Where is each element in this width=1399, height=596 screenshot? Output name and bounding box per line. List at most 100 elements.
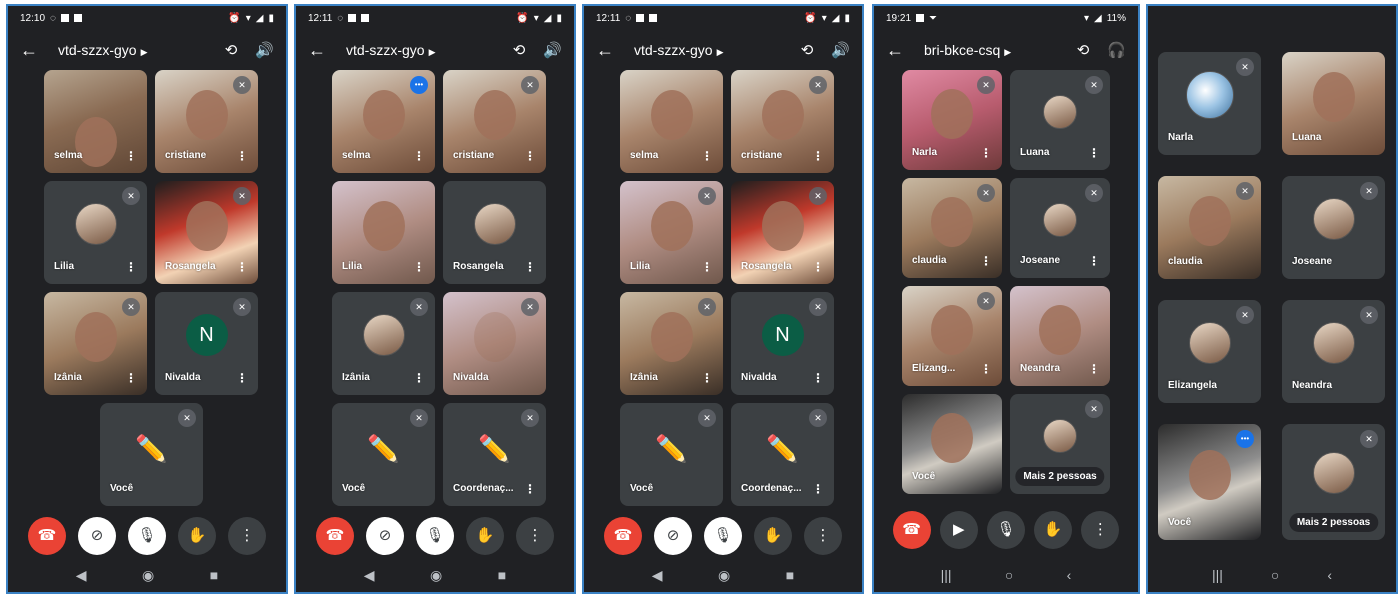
more-people-tile[interactable]: ✕ Mais 2 pessoas (1010, 394, 1110, 494)
participant-tile[interactable]: ✕ Lilia ⋮ (44, 181, 147, 284)
meeting-code[interactable]: vtd-szzx-gyo ▶ (336, 42, 513, 58)
participant-tile[interactable]: N ✕ Nivalda ⋮ (731, 292, 834, 395)
nav-back-icon[interactable]: ◀ (652, 567, 663, 584)
more-options-icon[interactable]: ⋮ (413, 260, 425, 274)
end-call-button[interactable]: ☎ (28, 517, 66, 555)
nav-recents-icon[interactable]: ■ (786, 567, 794, 583)
end-call-button[interactable]: ☎ (604, 517, 642, 555)
more-button[interactable]: ⋮ (228, 517, 266, 555)
participant-tile[interactable]: ✕ Luana ⋮ (1010, 70, 1110, 170)
more-options-icon[interactable]: ⋮ (701, 149, 713, 163)
end-call-button[interactable]: ☎ (316, 517, 354, 555)
speaker-icon[interactable]: 🔊 (831, 41, 850, 59)
participant-tile[interactable]: selma ⋮ (44, 70, 147, 173)
more-options-icon[interactable]: ⋮ (980, 362, 992, 376)
participant-tile[interactable]: ✕ Izânia ⋮ (332, 292, 435, 395)
more-options-icon[interactable]: ⋮ (236, 260, 248, 274)
more-options-icon[interactable]: ⋮ (236, 371, 248, 385)
more-options-icon[interactable]: ⋮ (701, 260, 713, 274)
switch-camera-icon[interactable]: ⟲ (801, 41, 814, 59)
mic-off-button[interactable]: 🎙 (704, 517, 742, 555)
more-options-icon[interactable]: ⋮ (524, 149, 536, 163)
speaker-icon[interactable]: 🔊 (543, 41, 562, 59)
more-options-icon[interactable]: ⋮ (125, 260, 137, 274)
participant-tile[interactable]: ✕ cristiane ⋮ (731, 70, 834, 173)
nav-home-icon[interactable]: ○ (1271, 567, 1279, 583)
nav-home-icon[interactable]: ◉ (718, 567, 730, 584)
camera-button[interactable]: ▶ (939, 511, 978, 549)
participant-tile[interactable]: ✕ Rosangela ⋮ (731, 181, 834, 284)
participant-tile[interactable]: ✕ Elizangela (1158, 300, 1261, 403)
back-arrow-icon[interactable]: ← (596, 40, 624, 61)
more-button[interactable]: ⋮ (804, 517, 842, 555)
participant-tile[interactable]: ✕ Joseane (1282, 176, 1385, 279)
participant-tile[interactable]: Lilia ⋮ (332, 181, 435, 284)
participant-tile[interactable]: ✕ Narla (1158, 52, 1261, 155)
meeting-code[interactable]: vtd-szzx-gyo ▶ (48, 42, 225, 58)
raise-hand-button[interactable]: ✋ (466, 517, 504, 555)
participant-tile[interactable]: ✕ Narla ⋮ (902, 70, 1002, 170)
back-arrow-icon[interactable]: ← (308, 40, 336, 61)
participant-tile[interactable]: ✕ Joseane ⋮ (1010, 178, 1110, 278)
participant-tile[interactable]: ✕ Izânia ⋮ (620, 292, 723, 395)
speaker-icon[interactable]: 🔊 (255, 41, 274, 59)
raise-hand-button[interactable]: ✋ (754, 517, 792, 555)
self-tile[interactable]: Você (902, 394, 1002, 494)
nav-back-icon[interactable]: ◀ (76, 567, 87, 584)
mic-off-button[interactable]: 🎙 (128, 517, 166, 555)
self-tile[interactable]: ✏️ ✕ Você (332, 403, 435, 506)
self-tile[interactable]: ✏️ ✕ Você (100, 403, 203, 506)
more-options-icon[interactable]: ⋮ (125, 371, 137, 385)
meeting-code[interactable]: vtd-szzx-gyo ▶ (624, 42, 801, 58)
more-options-icon[interactable]: ⋮ (812, 371, 824, 385)
back-arrow-icon[interactable]: ← (20, 40, 48, 61)
more-options-icon[interactable]: ⋮ (1088, 146, 1100, 160)
participant-tile[interactable]: ✕ Neandra (1282, 300, 1385, 403)
more-options-icon[interactable]: ⋮ (812, 149, 824, 163)
participant-tile[interactable]: ✕ Lilia ⋮ (620, 181, 723, 284)
participant-tile[interactable]: ••• selma ⋮ (332, 70, 435, 173)
more-options-icon[interactable]: ⋮ (524, 260, 536, 274)
more-people-tile[interactable]: ✕ Mais 2 pessoas (1282, 424, 1385, 540)
mic-button[interactable]: 🎙 (986, 511, 1025, 549)
meeting-code[interactable]: bri-bkce-csq ▶ (914, 42, 1077, 58)
more-options-icon[interactable]: ⋮ (236, 149, 248, 163)
more-options-icon[interactable]: ⋮ (812, 482, 824, 496)
participant-tile[interactable]: ✕ claudia ⋮ (902, 178, 1002, 278)
nav-recents-icon[interactable]: ||| (1212, 567, 1223, 583)
participant-tile[interactable]: ✏️ ✕ Coordenaç... ⋮ (731, 403, 834, 506)
switch-camera-icon[interactable]: ⟲ (513, 41, 526, 59)
nav-home-icon[interactable]: ◉ (430, 567, 442, 584)
mic-off-button[interactable]: 🎙 (416, 517, 454, 555)
nav-back-icon[interactable]: ◀ (364, 567, 375, 584)
participant-tile[interactable]: ✕ Rosangela ⋮ (155, 181, 258, 284)
nav-recents-icon[interactable]: ■ (210, 567, 218, 583)
camera-off-button[interactable]: ⊘ (366, 517, 404, 555)
back-arrow-icon[interactable]: ← (886, 40, 914, 61)
participant-tile[interactable]: selma ⋮ (620, 70, 723, 173)
self-tile[interactable]: ✏️ ✕ Você (620, 403, 723, 506)
participant-tile[interactable]: Rosangela ⋮ (443, 181, 546, 284)
participant-tile[interactable]: ✕ cristiane ⋮ (443, 70, 546, 173)
more-options-icon[interactable]: ⋮ (1088, 362, 1100, 376)
participant-tile[interactable]: Neandra ⋮ (1010, 286, 1110, 386)
participant-tile[interactable]: ✕ Izânia ⋮ (44, 292, 147, 395)
participant-tile[interactable]: N ✕ Nivalda ⋮ (155, 292, 258, 395)
more-options-icon[interactable]: ⋮ (524, 482, 536, 496)
participant-tile[interactable]: ✕ cristiane ⋮ (155, 70, 258, 173)
more-options-icon[interactable]: ⋮ (413, 371, 425, 385)
camera-off-button[interactable]: ⊘ (78, 517, 116, 555)
more-options-icon[interactable]: ⋮ (980, 146, 992, 160)
more-options-icon[interactable]: ⋮ (701, 371, 713, 385)
participant-tile[interactable]: ✕ claudia (1158, 176, 1261, 279)
participant-tile[interactable]: ✕ Nivalda (443, 292, 546, 395)
headphones-icon[interactable]: 🎧 (1107, 41, 1126, 59)
participant-tile[interactable]: Luana (1282, 52, 1385, 155)
end-call-button[interactable]: ☎ (892, 511, 931, 549)
nav-back-icon[interactable]: ‹ (1327, 567, 1332, 583)
participant-tile[interactable]: ✏️ ✕ Coordenaç... ⋮ (443, 403, 546, 506)
raise-hand-button[interactable]: ✋ (178, 517, 216, 555)
more-options-icon[interactable]: ⋮ (1088, 254, 1100, 268)
raise-hand-button[interactable]: ✋ (1034, 511, 1073, 549)
switch-camera-icon[interactable]: ⟲ (1077, 41, 1090, 59)
